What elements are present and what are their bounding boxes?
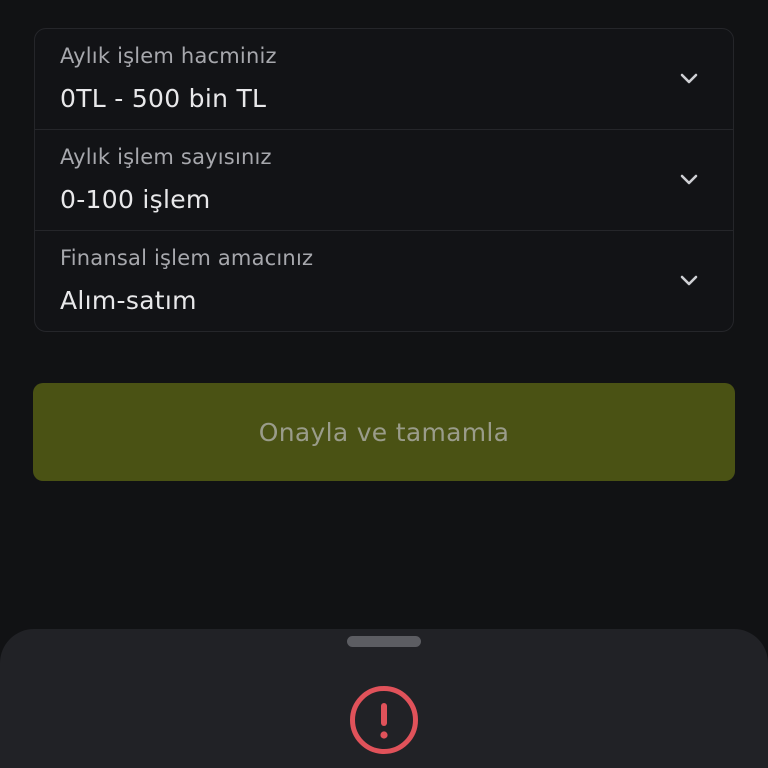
bottom-sheet bbox=[0, 629, 768, 768]
drag-handle[interactable] bbox=[347, 636, 421, 647]
monthly-volume-select[interactable]: Aylık işlem hacminiz 0TL - 500 bin TL bbox=[35, 29, 733, 130]
chevron-down-icon bbox=[680, 174, 698, 185]
purpose-label: Finansal işlem amacınız bbox=[60, 246, 314, 270]
chevron-down-icon bbox=[680, 275, 698, 286]
screen: Aylık işlem hacminiz 0TL - 500 bin TL Ay… bbox=[0, 0, 768, 768]
chevron-down-icon bbox=[680, 73, 698, 84]
transaction-info-form: Aylık işlem hacminiz 0TL - 500 bin TL Ay… bbox=[34, 28, 734, 332]
alert-circle-icon bbox=[350, 686, 418, 754]
confirm-and-complete-button[interactable]: Onayla ve tamamla bbox=[33, 383, 735, 481]
monthly-count-select[interactable]: Aylık işlem sayısınız 0-100 işlem bbox=[35, 130, 733, 231]
monthly-volume-label: Aylık işlem hacminiz bbox=[60, 44, 277, 68]
purpose-select[interactable]: Finansal işlem amacınız Alım-satım bbox=[35, 231, 733, 331]
monthly-volume-value: 0TL - 500 bin TL bbox=[60, 84, 267, 113]
monthly-count-value: 0-100 işlem bbox=[60, 185, 211, 214]
monthly-count-label: Aylık işlem sayısınız bbox=[60, 145, 272, 169]
purpose-value: Alım-satım bbox=[60, 286, 197, 315]
